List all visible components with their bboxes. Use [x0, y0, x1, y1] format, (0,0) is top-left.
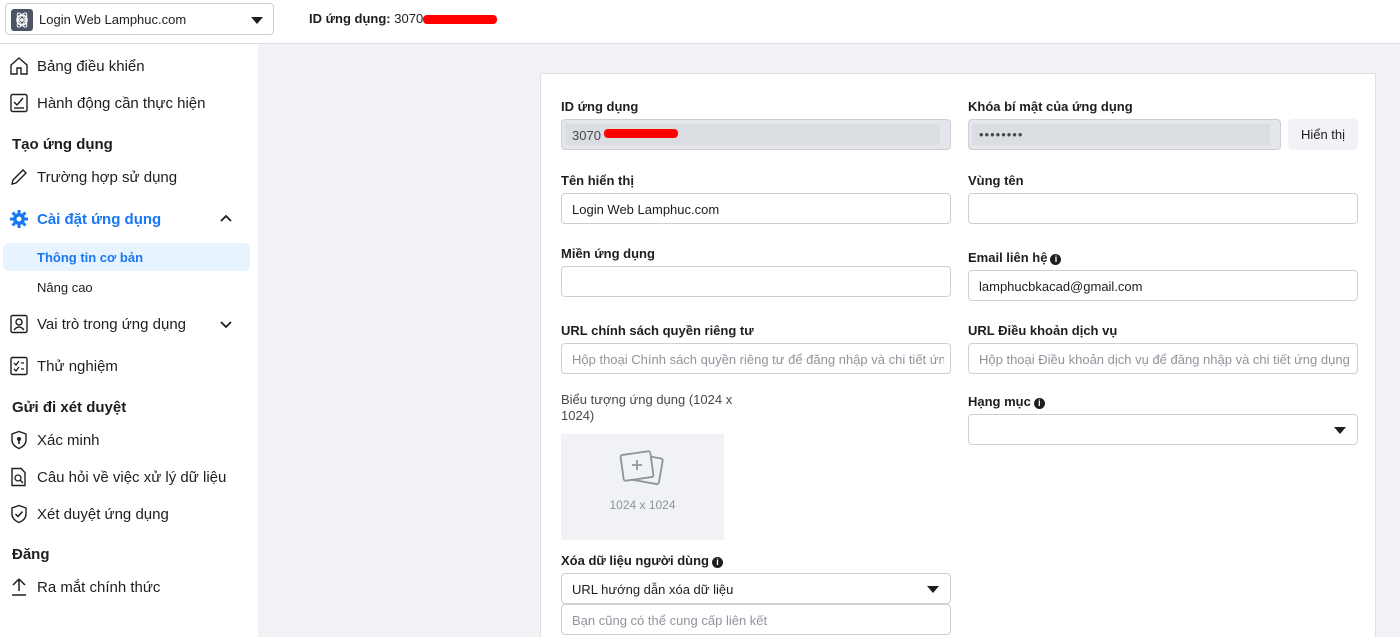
- data-deletion-label-wrap: Xóa dữ liệu người dùng i: [561, 553, 723, 568]
- privacy-url-field[interactable]: Hộp thoại Chính sách quyền riêng tư để đ…: [561, 343, 951, 374]
- sidebar-item-label: Trường hợp sử dụng: [37, 169, 178, 186]
- pencil-icon: [11, 169, 27, 185]
- sidebar-item-dashboard[interactable]: Bảng điều khiển: [0, 52, 258, 82]
- tos-url-field[interactable]: Hộp thoại Điều khoản dịch vụ để đăng nhậ…: [968, 343, 1358, 374]
- data-deletion-url-field[interactable]: Bạn cũng có thể cung cấp liên kết: [561, 604, 951, 635]
- namespace-field[interactable]: [968, 193, 1358, 224]
- sidebar-item-label: Ra mắt chính thức: [37, 579, 161, 596]
- top-bar: Login Web Lamphuc.com ID ứng dụng: 3070: [0, 0, 1400, 44]
- chevron-up-icon[interactable]: [218, 211, 234, 227]
- top-app-id-value: 3070: [394, 11, 424, 26]
- contact-email-value: lamphucbkacad@gmail.com: [979, 279, 1143, 294]
- app-icon-size: 1024 x 1024: [609, 498, 676, 512]
- app-domains-field[interactable]: [561, 266, 951, 297]
- data-deletion-placeholder: Bạn cũng có thể cung cấp liên kết: [572, 613, 768, 628]
- upload-arrow-icon: [12, 578, 26, 596]
- chevron-down-icon[interactable]: [218, 316, 234, 332]
- section-heading-review: Gửi đi xét duyệt: [12, 399, 127, 416]
- caret-down-icon: [251, 17, 263, 24]
- top-app-id-label: ID ứng dụng:: [309, 11, 391, 26]
- app-secret-value: ••••••••: [979, 127, 1024, 142]
- data-deletion-label: Xóa dữ liệu người dùng: [561, 553, 709, 568]
- image-placeholder-icon: [619, 450, 664, 485]
- shield-lock-icon: [11, 430, 27, 450]
- sidebar-item-use-cases[interactable]: Trường hợp sử dụng: [0, 163, 258, 193]
- sidebar-item-label: Cài đặt ứng dụng: [37, 211, 162, 228]
- test-checklist-icon: [10, 356, 28, 376]
- gear-icon: [10, 210, 28, 228]
- app-selector[interactable]: Login Web Lamphuc.com: [5, 3, 274, 35]
- sidebar-item-label: Câu hỏi về việc xử lý dữ liệu: [37, 469, 227, 486]
- display-name-value: Login Web Lamphuc.com: [572, 202, 720, 217]
- privacy-url-label: URL chính sách quyền riêng tư: [561, 323, 754, 338]
- user-badge-icon: [10, 314, 28, 334]
- namespace-label: Vùng tên: [968, 173, 1024, 188]
- tos-url-label: URL Điều khoản dịch vụ: [968, 323, 1118, 338]
- section-heading-create: Tạo ứng dụng: [12, 136, 113, 153]
- sidebar-item-app-roles[interactable]: Vai trò trong ứng dụng: [0, 310, 258, 340]
- sidebar-subitem-label: Thông tin cơ bản: [37, 250, 144, 265]
- redaction-mark: [423, 15, 498, 25]
- app-id-field[interactable]: 3070: [561, 119, 951, 150]
- info-icon[interactable]: i: [711, 557, 723, 568]
- sidebar-item-label: Xét duyệt ứng dụng: [37, 506, 169, 523]
- app-icon: [11, 9, 33, 31]
- privacy-url-placeholder: Hộp thoại Chính sách quyền riêng tư để đ…: [572, 352, 944, 367]
- contact-email-label-wrap: Email liên hệ i: [968, 250, 1062, 265]
- category-label: Hạng mục: [968, 394, 1031, 409]
- redaction-mark: [604, 129, 678, 138]
- sidebar-subitem-basic[interactable]: Thông tin cơ bản: [3, 243, 250, 271]
- section-heading-publish: Đăng: [12, 546, 50, 563]
- category-label-wrap: Hạng mục i: [968, 394, 1045, 409]
- info-icon[interactable]: i: [1050, 254, 1062, 265]
- sidebar-item-label: Hành động cần thực hiện: [37, 95, 206, 112]
- sidebar-subitem-label: Nâng cao: [37, 280, 93, 295]
- data-deletion-select-value: URL hướng dẫn xóa dữ liệu: [572, 582, 734, 597]
- app-id-value: 3070: [572, 128, 601, 143]
- sidebar-subitem-advanced[interactable]: Nâng cao: [3, 273, 250, 301]
- sidebar-item-data-handling[interactable]: Câu hỏi về việc xử lý dữ liệu: [0, 463, 258, 493]
- sidebar-item-verification[interactable]: Xác minh: [0, 426, 258, 456]
- sidebar-item-app-review[interactable]: Xét duyệt ứng dụng: [0, 500, 258, 530]
- tos-url-placeholder: Hộp thoại Điều khoản dịch vụ để đăng nhậ…: [979, 352, 1350, 367]
- app-id-label: ID ứng dụng: [561, 99, 639, 114]
- info-icon[interactable]: i: [1033, 398, 1045, 409]
- sidebar-item-label: Bảng điều khiển: [37, 58, 145, 75]
- sidebar-item-label: Vai trò trong ứng dụng: [37, 316, 187, 333]
- app-domains-label: Miền ứng dụng: [561, 246, 655, 261]
- contact-email-label: Email liên hệ: [968, 250, 1048, 265]
- app-secret-field[interactable]: ••••••••: [968, 119, 1281, 150]
- display-name-label: Tên hiển thị: [561, 173, 634, 188]
- shield-check-icon: [11, 504, 27, 524]
- sidebar: Bảng điều khiển Hành động cần thực hiện …: [0, 44, 258, 637]
- sidebar-item-go-live[interactable]: Ra mắt chính thức: [0, 573, 258, 603]
- display-name-field[interactable]: Login Web Lamphuc.com: [561, 193, 951, 224]
- sidebar-item-app-settings[interactable]: Cài đặt ứng dụng: [0, 205, 258, 235]
- app-selector-label: Login Web Lamphuc.com: [39, 12, 187, 27]
- app-icon-label: Biểu tượng ứng dụng (1024 x 1024): [561, 392, 733, 423]
- sidebar-item-required-actions[interactable]: Hành động cần thực hiện: [0, 89, 258, 119]
- app-secret-label: Khóa bí mật của ứng dụng: [968, 99, 1133, 114]
- sidebar-item-label: Thử nghiệm: [37, 358, 118, 375]
- checklist-icon: [10, 93, 28, 113]
- home-icon: [10, 57, 28, 75]
- data-deletion-select[interactable]: URL hướng dẫn xóa dữ liệu: [561, 573, 951, 604]
- app-icon-upload[interactable]: 1024 x 1024: [561, 434, 724, 540]
- top-app-id: ID ứng dụng: 3070: [309, 11, 498, 26]
- contact-email-field[interactable]: lamphucbkacad@gmail.com: [968, 270, 1358, 301]
- caret-down-icon: [1334, 427, 1346, 434]
- show-secret-button[interactable]: Hiển thị: [1288, 119, 1358, 150]
- category-select[interactable]: [968, 414, 1358, 445]
- document-search-icon: [11, 467, 26, 487]
- sidebar-item-testing[interactable]: Thử nghiệm: [0, 352, 258, 382]
- sidebar-item-label: Xác minh: [37, 432, 100, 449]
- caret-down-icon: [927, 586, 939, 593]
